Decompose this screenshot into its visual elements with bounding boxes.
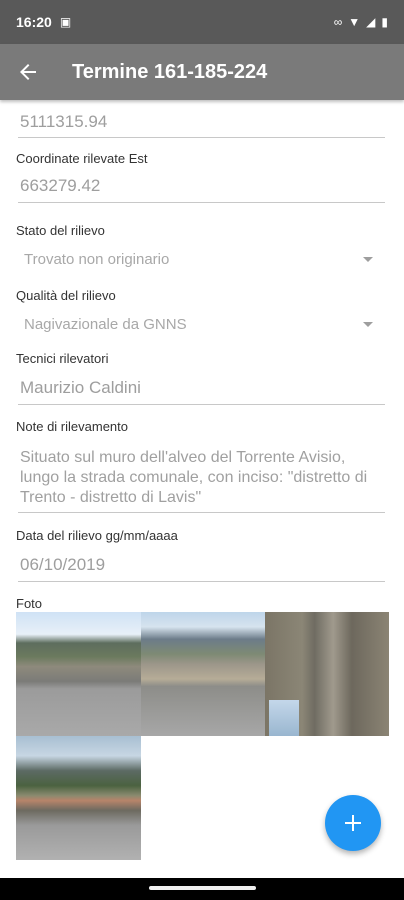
navigation-bar — [0, 878, 404, 900]
status-time: 16:20 — [16, 14, 52, 30]
signal-icon: ◢ — [366, 15, 376, 29]
data-field[interactable]: 06/10/2019 — [18, 555, 385, 582]
tecnici-field[interactable]: Maurizio Caldini — [18, 378, 385, 405]
tecnici-label: Tecnici rilevatori — [16, 351, 109, 366]
form-content[interactable]: 5111315.94 Coordinate rilevate Est 66327… — [0, 100, 404, 878]
coord-est-label: Coordinate rilevate Est — [16, 151, 148, 166]
stato-value: Trovato non originario — [24, 251, 170, 268]
photo-detail — [269, 700, 299, 736]
back-arrow-icon[interactable] — [0, 44, 56, 100]
add-photo-button[interactable] — [325, 795, 381, 851]
qualita-select[interactable]: Nagivazionale da GNNS — [18, 316, 385, 338]
note-label: Note di rilevamento — [16, 419, 128, 434]
coord-est-field[interactable]: 663279.42 — [18, 176, 385, 203]
plus-icon — [345, 815, 361, 831]
page-title: Termine 161-185-224 — [72, 60, 268, 83]
photo-thumbnail[interactable] — [265, 612, 389, 736]
photo-thumbnail[interactable] — [141, 612, 265, 736]
home-handle[interactable] — [149, 886, 256, 890]
foto-label: Foto — [16, 596, 43, 611]
link-icon: ∞ — [333, 15, 343, 29]
photo-thumbnail[interactable] — [16, 612, 141, 736]
status-icons: ∞ ▼ ◢ ▮ — [334, 15, 388, 29]
photo-thumbnail[interactable] — [16, 736, 141, 860]
dropdown-arrow-icon — [363, 257, 373, 262]
status-bar: 16:20 ▣ ∞ ▼ ◢ ▮ — [0, 0, 404, 44]
notification-icon: ▣ — [59, 15, 72, 29]
qualita-value: Nagivazionale da GNNS — [24, 316, 187, 333]
note-field[interactable]: Situato sul muro dell'alveo del Torrente… — [18, 448, 385, 513]
battery-icon: ▮ — [381, 15, 388, 29]
dropdown-arrow-icon — [363, 322, 373, 327]
app-bar: Termine 161-185-224 — [0, 44, 404, 100]
stato-select[interactable]: Trovato non originario — [18, 251, 385, 273]
stato-label: Stato del rilievo — [16, 223, 105, 238]
wifi-icon: ▼ — [348, 15, 361, 29]
coord-nord-field[interactable]: 5111315.94 — [18, 112, 385, 138]
qualita-label: Qualità del rilievo — [16, 288, 116, 303]
data-label: Data del rilievo gg/mm/aaaa — [16, 528, 178, 543]
